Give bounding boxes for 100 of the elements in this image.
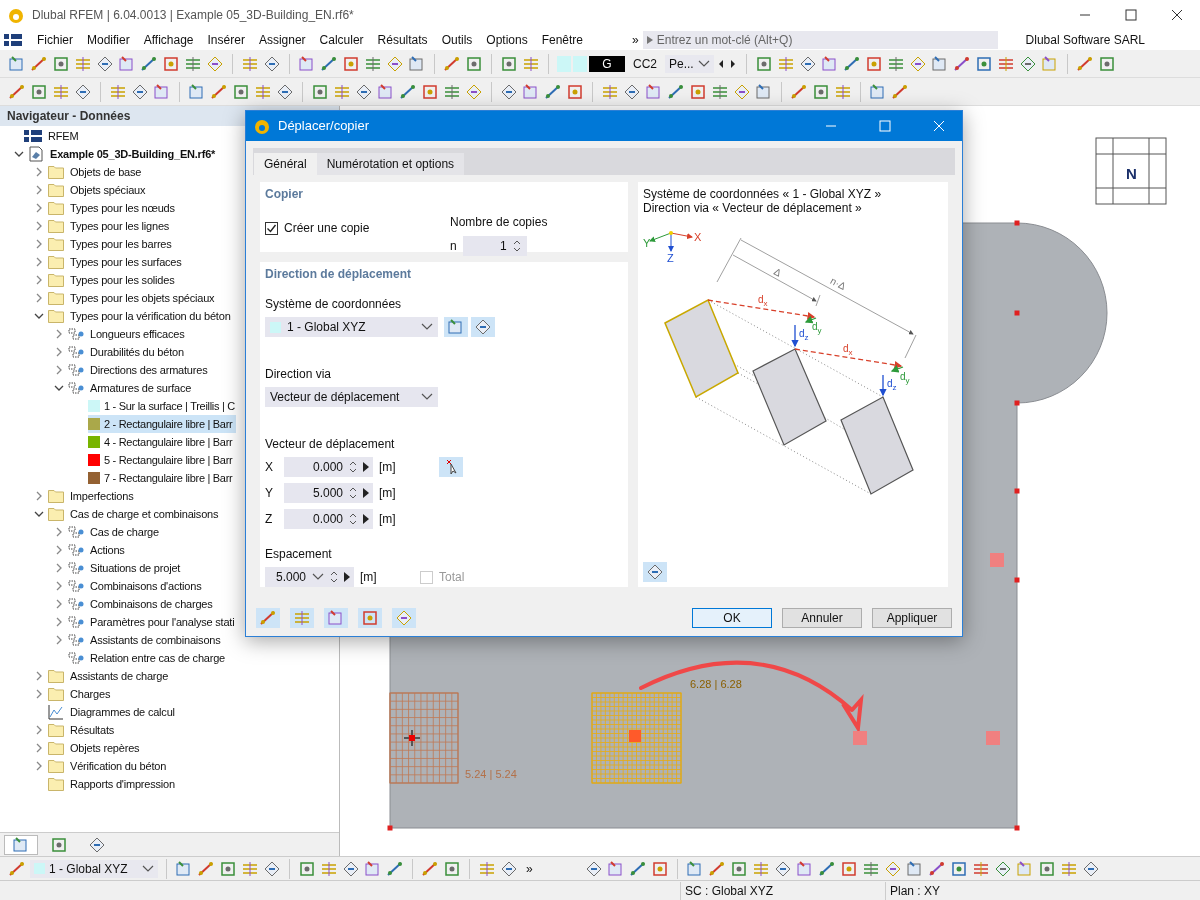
- toolbar-icon[interactable]: [1037, 859, 1056, 878]
- tree-item[interactable]: Diagrammes de calcul: [70, 703, 175, 721]
- tree-item[interactable]: 4 - Rectangulaire libre | Barr: [88, 433, 237, 451]
- toolbar-icon[interactable]: [993, 859, 1012, 878]
- toolbar-icon[interactable]: [421, 859, 439, 878]
- tree-item[interactable]: Assistants de charge: [70, 667, 169, 685]
- toolbar-icon[interactable]: [8, 859, 26, 878]
- load-case-dropdown[interactable]: Pe...: [665, 54, 714, 73]
- toolbar-icon[interactable]: [606, 859, 625, 878]
- tree-item[interactable]: Types pour les lignes: [70, 217, 170, 235]
- toolbar-icon[interactable]: [153, 82, 171, 101]
- menu-item[interactable]: Insérer: [200, 31, 252, 49]
- toolbar-icon[interactable]: [333, 82, 351, 101]
- toolbar-icon[interactable]: [522, 82, 540, 101]
- tree-item[interactable]: Armatures de surface: [90, 379, 192, 397]
- dialog-tab[interactable]: Général: [254, 153, 317, 175]
- toolbar-icon[interactable]: [1075, 54, 1094, 73]
- toolbar-icon[interactable]: [118, 54, 136, 73]
- toolbar-icon[interactable]: [883, 859, 902, 878]
- play-arrow-icon[interactable]: [363, 514, 369, 524]
- dialog-button[interactable]: Appliquer: [872, 607, 952, 628]
- menu-item[interactable]: Fenêtre: [534, 31, 591, 49]
- toolbar-icon[interactable]: [601, 82, 619, 101]
- toolbar-icon[interactable]: [689, 82, 707, 101]
- vector-field[interactable]: 0.000: [284, 509, 373, 529]
- toolbar-icon[interactable]: [707, 859, 726, 878]
- spinner-arrows-icon[interactable]: [349, 486, 357, 500]
- toolbar-icon[interactable]: [812, 82, 830, 101]
- toolbar-icon[interactable]: [798, 54, 817, 73]
- toolbar-icon[interactable]: [355, 82, 373, 101]
- toolbar-icon[interactable]: [465, 54, 483, 73]
- toolbar-icon[interactable]: [667, 82, 685, 101]
- toolbar-icon[interactable]: [908, 54, 927, 73]
- toolbar-icon[interactable]: [74, 82, 92, 101]
- menu-item[interactable]: Affichage: [136, 31, 201, 49]
- toolbar-icon[interactable]: [522, 54, 540, 73]
- toolbar-icon[interactable]: [905, 859, 924, 878]
- toolbar-icon[interactable]: [408, 54, 426, 73]
- toolbar-icon[interactable]: [834, 82, 852, 101]
- tree-item[interactable]: Example 05_3D-Building_EN.rf6*: [50, 145, 216, 163]
- tree-item[interactable]: RFEM: [48, 127, 79, 145]
- toolbar-icon[interactable]: [320, 859, 338, 878]
- toolbar-icon[interactable]: [1018, 54, 1037, 73]
- toolbar-icon[interactable]: [790, 82, 808, 101]
- toolbar-icon[interactable]: [544, 82, 562, 101]
- toolbar-icon[interactable]: [1081, 859, 1100, 878]
- count-field[interactable]: 1: [462, 236, 527, 256]
- toolbar-icon[interactable]: [711, 82, 729, 101]
- toolbar-icon[interactable]: [386, 859, 404, 878]
- toolbar-icon[interactable]: [342, 54, 360, 73]
- tree-item[interactable]: Durabilités du béton: [90, 343, 184, 361]
- vector-field[interactable]: 5.000: [284, 483, 373, 503]
- toolbar-icon[interactable]: [232, 82, 250, 101]
- toolbar-icon[interactable]: [184, 54, 202, 73]
- chevron-down-icon[interactable]: [34, 311, 44, 321]
- toolbar-icon[interactable]: [628, 859, 647, 878]
- toolbar-overflow[interactable]: »: [522, 859, 537, 878]
- chevron-down-icon[interactable]: [54, 383, 64, 393]
- tree-item[interactable]: Relation entre cas de charge: [90, 649, 226, 667]
- tree-item[interactable]: 5 - Rectangulaire libre | Barr: [88, 451, 237, 469]
- toolbar-icon[interactable]: [1015, 859, 1034, 878]
- spinner-arrows-icon[interactable]: [512, 239, 521, 253]
- toolbar-icon[interactable]: [500, 54, 518, 73]
- toolbar-icon[interactable]: [776, 54, 795, 73]
- toolbar-icon[interactable]: [500, 82, 518, 101]
- dropdown-chevron-icon[interactable]: [421, 323, 433, 331]
- spinner-arrows-icon[interactable]: [349, 460, 357, 474]
- view-cube-label[interactable]: N: [1126, 165, 1137, 182]
- menu-item[interactable]: Outils: [434, 31, 480, 49]
- navigator-tab-icon[interactable]: [88, 835, 106, 854]
- toolbar-icon[interactable]: [8, 54, 26, 73]
- toolbar-icon[interactable]: [263, 859, 281, 878]
- navigator-tab[interactable]: [4, 834, 38, 855]
- toolbar-icon[interactable]: [500, 859, 518, 878]
- toolbar-icon[interactable]: [927, 859, 946, 878]
- tree-item[interactable]: Charges: [70, 685, 111, 703]
- tree-item[interactable]: Combinaisons de charges: [90, 595, 213, 613]
- spinner-arrows-icon[interactable]: [330, 570, 338, 584]
- tree-item[interactable]: Cas de charge: [90, 523, 159, 541]
- toolbar-icon[interactable]: [465, 82, 483, 101]
- dropdown-chevron-icon[interactable]: [312, 573, 324, 581]
- play-arrow-icon[interactable]: [363, 488, 369, 498]
- toolbar-icon[interactable]: [584, 859, 603, 878]
- menu-item[interactable]: Fichier: [30, 31, 80, 49]
- menu-overflow[interactable]: »: [628, 31, 643, 49]
- toolbar-icon[interactable]: [949, 859, 968, 878]
- tree-item[interactable]: Situations de projet: [90, 559, 181, 577]
- toolbar-icon[interactable]: [8, 82, 26, 101]
- toolbar-icon[interactable]: [842, 54, 861, 73]
- menu-item[interactable]: Calculer: [312, 31, 371, 49]
- spinner-arrows-icon[interactable]: [349, 512, 357, 526]
- toolbar-icon[interactable]: [1040, 54, 1059, 73]
- toolbar-icon[interactable]: [206, 54, 224, 73]
- toolbar-icon[interactable]: [1059, 859, 1078, 878]
- tree-item[interactable]: Imperfections: [70, 487, 134, 505]
- tree-item[interactable]: 7 - Rectangulaire libre | Barr: [88, 469, 237, 487]
- toolbar-icon[interactable]: [364, 859, 382, 878]
- chevron-down-icon[interactable]: [14, 149, 24, 159]
- tree-item[interactable]: Objets de base: [70, 163, 142, 181]
- toolbar-icon[interactable]: [298, 54, 316, 73]
